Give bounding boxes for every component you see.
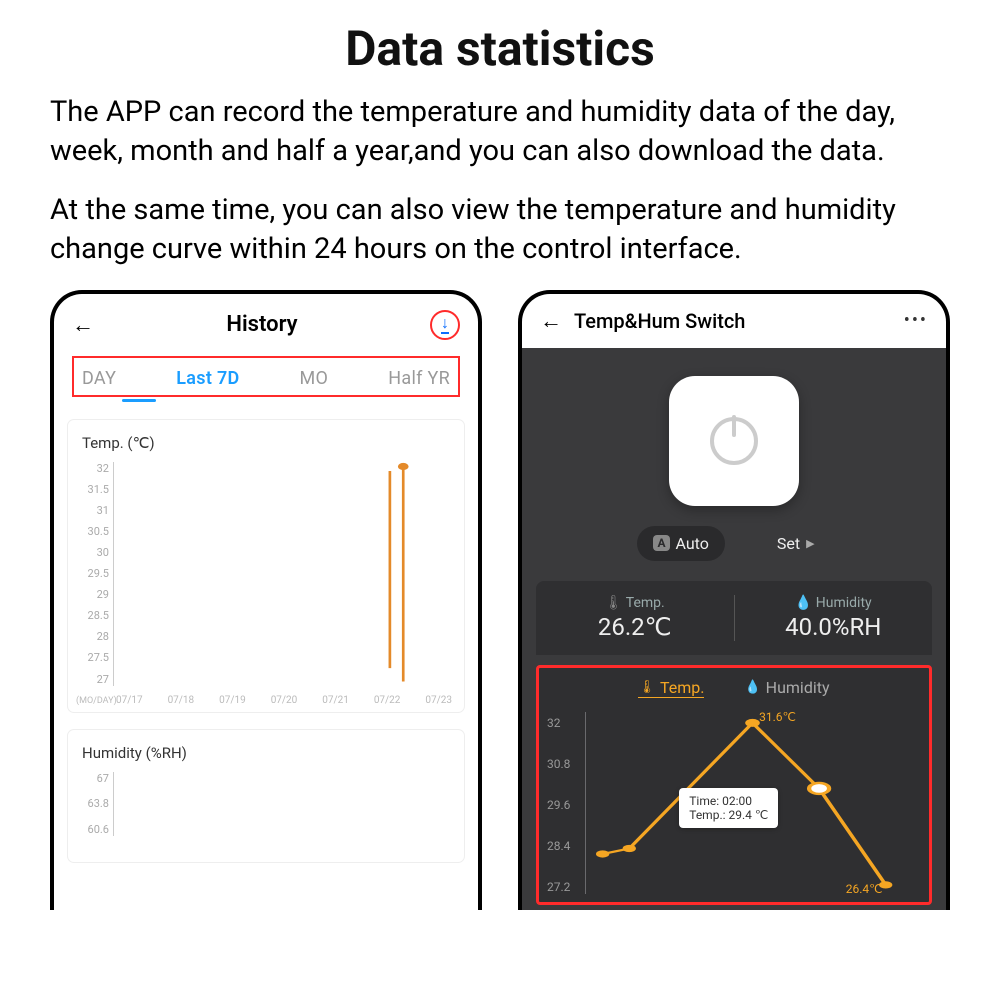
back-icon[interactable]: ← — [540, 308, 562, 334]
low-data-label: 26.4℃ — [846, 882, 883, 896]
download-button[interactable]: ↓ — [430, 310, 460, 340]
power-area — [522, 348, 946, 526]
humidity-readout-label: Humidity — [816, 595, 872, 611]
description-1: The APP can record the temperature and h… — [50, 93, 950, 171]
history-title: History — [226, 312, 297, 337]
tab-active-underline — [122, 399, 156, 402]
thermometer-icon: 🌡 — [605, 595, 623, 611]
range-tabs: DAY Last 7D MO Half YR — [72, 356, 460, 397]
curve-y-axis: 32 30.8 29.6 28.4 27.2 — [547, 716, 581, 894]
temp-chart-label: Temp. (℃) — [82, 434, 456, 452]
droplet-icon: 💧 — [744, 680, 760, 695]
page-title: Data statistics — [50, 20, 950, 77]
temp-x-axis: 07/17 07/18 07/19 07/20 07/21 07/22 07/2… — [116, 695, 452, 706]
series-tab-humidity[interactable]: 💧 Humidity — [744, 678, 829, 698]
phone-control: ← Temp&Hum Switch ••• A Auto Set ▶ 🌡 Tem… — [518, 290, 950, 910]
tab-last7d[interactable]: Last 7D — [176, 368, 239, 389]
humidity-chart[interactable]: 67 63.8 60.6 — [76, 766, 456, 856]
mode-auto-label: Auto — [676, 534, 709, 553]
temp-chart-card: Temp. (℃) 32 31.5 31 30.5 30 29.5 29 28.… — [68, 420, 464, 712]
temp-plot-area — [116, 462, 450, 686]
temp-readout-label: Temp. — [626, 595, 665, 611]
mode-row: A Auto Set ▶ — [522, 526, 946, 561]
tooltip-time: Time: 02:00 — [689, 794, 768, 808]
tab-halfyear[interactable]: Half YR — [388, 368, 450, 389]
temp-readout-value: 26.2℃ — [536, 613, 734, 641]
humidity-readout: 💧 Humidity 40.0%RH — [735, 595, 933, 641]
mode-set-button[interactable]: Set ▶ — [761, 526, 831, 561]
phone-history: ← History ↓ DAY Last 7D MO Half YR Temp.… — [50, 290, 482, 910]
peak-data-label: 31.6℃ — [759, 710, 796, 724]
series-tabs: 🌡 Temp. 💧 Humidity — [545, 678, 923, 698]
more-icon[interactable]: ••• — [904, 310, 928, 331]
readouts: 🌡 Temp. 26.2℃ 💧 Humidity 40.0%RH — [536, 581, 932, 655]
auto-badge-icon: A — [653, 535, 669, 551]
download-icon: ↓ — [441, 315, 449, 334]
tab-month[interactable]: MO — [300, 368, 329, 389]
x-axis-unit: (MO/DAY) — [76, 696, 117, 706]
phones-row: ← History ↓ DAY Last 7D MO Half YR Temp.… — [50, 290, 950, 910]
chart-tooltip: Time: 02:00 Temp.: 29.4 ℃ — [679, 788, 778, 828]
control-header: ← Temp&Hum Switch ••• — [522, 294, 946, 348]
back-icon[interactable]: ← — [72, 312, 94, 338]
humidity-y-axis: 67 63.8 60.6 — [76, 772, 114, 836]
droplet-icon: 💧 — [795, 595, 812, 611]
mode-set-label: Set — [777, 534, 800, 553]
temp-chart[interactable]: 32 31.5 31 30.5 30 29.5 29 28.5 28 27.5 … — [76, 456, 456, 706]
tab-day[interactable]: DAY — [82, 368, 116, 389]
history-header: ← History ↓ — [54, 294, 478, 350]
curve-chart-box: 🌡 Temp. 💧 Humidity 32 30.8 29.6 28.4 27.… — [536, 665, 932, 905]
mode-auto-button[interactable]: A Auto — [637, 526, 724, 561]
control-title: Temp&Hum Switch — [574, 309, 892, 333]
temp-readout: 🌡 Temp. 26.2℃ — [536, 595, 735, 641]
series-tab-temp[interactable]: 🌡 Temp. — [638, 678, 704, 698]
curve-plot-area[interactable]: 31.6℃ 26.4℃ Time: 02:00 Temp.: 29.4 ℃ — [585, 712, 919, 894]
temp-y-axis: 32 31.5 31 30.5 30 29.5 29 28.5 28 27.5 … — [76, 462, 114, 686]
chevron-right-icon: ▶ — [806, 537, 814, 550]
humidity-chart-label: Humidity (%RH) — [82, 744, 456, 762]
power-icon — [710, 417, 758, 465]
humidity-readout-value: 40.0%RH — [735, 613, 933, 641]
description-2: At the same time, you can also view the … — [50, 191, 950, 269]
thermometer-icon: 🌡 — [638, 680, 655, 695]
humidity-chart-card: Humidity (%RH) 67 63.8 60.6 — [68, 730, 464, 862]
tooltip-temp: Temp.: 29.4 ℃ — [689, 808, 768, 822]
power-button[interactable] — [669, 376, 799, 506]
